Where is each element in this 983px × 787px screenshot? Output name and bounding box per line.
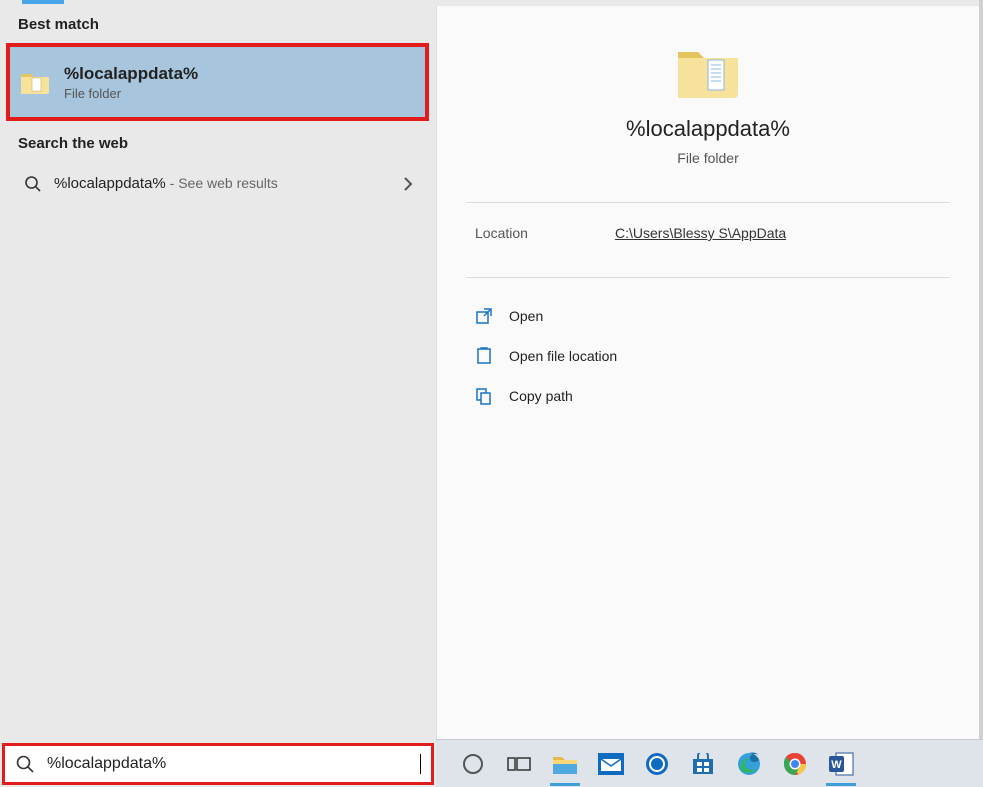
search-icon	[15, 754, 35, 774]
copy-path-action[interactable]: Copy path	[475, 376, 949, 416]
search-box[interactable]	[2, 743, 434, 785]
folder-icon	[676, 44, 740, 98]
chevron-right-icon	[403, 177, 413, 191]
web-result-suffix: - See web results	[166, 175, 278, 191]
preview-title: %localappdata%	[437, 116, 979, 142]
window-right-edge	[979, 0, 983, 787]
folder-location-icon	[475, 347, 493, 365]
search-web-header: Search the web	[0, 125, 435, 158]
text-caret	[420, 754, 421, 774]
top-tab-accent	[22, 0, 64, 4]
search-input[interactable]	[45, 754, 420, 774]
best-match-result[interactable]: %localappdata% File folder	[6, 43, 429, 121]
edge-icon[interactable]	[726, 740, 772, 787]
open-action-label: Open	[509, 308, 543, 324]
dell-icon[interactable]	[634, 740, 680, 787]
best-match-text: %localappdata% File folder	[64, 64, 198, 101]
copy-icon	[475, 387, 493, 405]
folder-icon	[20, 70, 50, 94]
location-label: Location	[475, 225, 615, 241]
search-icon	[24, 175, 42, 193]
open-file-location-action[interactable]: Open file location	[475, 336, 949, 376]
best-match-header: Best match	[0, 6, 435, 39]
preview-header: %localappdata% File folder	[437, 6, 979, 166]
store-icon[interactable]	[680, 740, 726, 787]
web-search-result[interactable]: %localappdata% - See web results	[6, 162, 429, 206]
location-path-link[interactable]: C:\Users\Blessy S\AppData	[615, 225, 786, 241]
windows-search-panel: Best match %localappdata% File folder Se…	[0, 0, 983, 787]
preview-panel: %localappdata% File folder Location C:\U…	[436, 6, 979, 740]
cortana-circle-icon[interactable]	[450, 740, 496, 787]
search-results-panel: Best match %localappdata% File folder Se…	[0, 6, 435, 740]
divider	[467, 202, 949, 203]
location-row: Location C:\Users\Blessy S\AppData	[475, 225, 949, 241]
mail-icon[interactable]	[588, 740, 634, 787]
open-icon	[475, 307, 493, 325]
actions-list: Open Open file location Copy path	[475, 296, 949, 416]
taskbar: W	[436, 739, 983, 787]
best-match-title: %localappdata%	[64, 64, 198, 84]
copy-path-label: Copy path	[509, 388, 573, 404]
divider	[467, 277, 949, 278]
file-explorer-icon[interactable]	[542, 740, 588, 787]
open-action[interactable]: Open	[475, 296, 949, 336]
word-icon[interactable]: W	[818, 740, 864, 787]
best-match-subtitle: File folder	[64, 86, 198, 101]
web-result-title: %localappdata%	[54, 175, 166, 192]
task-view-icon[interactable]	[496, 740, 542, 787]
svg-text:W: W	[831, 759, 842, 771]
preview-subtitle: File folder	[437, 150, 979, 166]
open-file-location-label: Open file location	[509, 348, 617, 364]
chrome-icon[interactable]	[772, 740, 818, 787]
